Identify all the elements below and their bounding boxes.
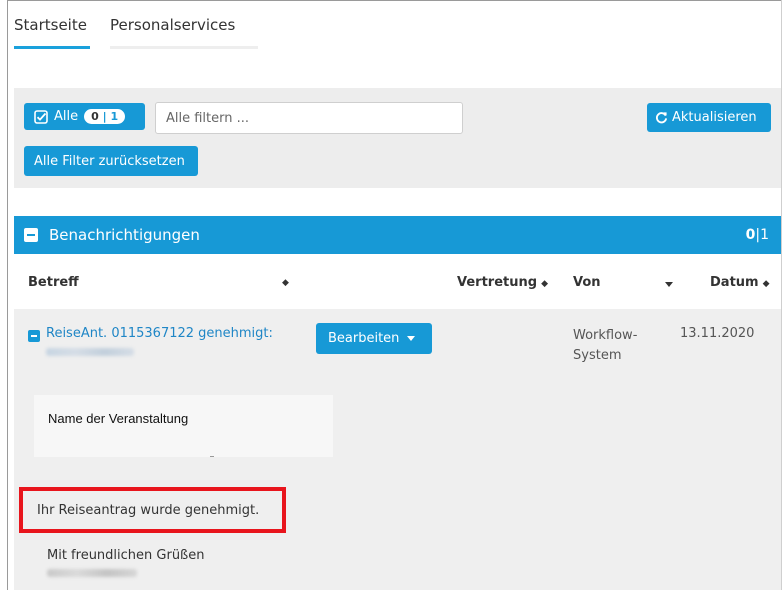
sort-icon[interactable]: ◆: [282, 278, 289, 288]
frame-border-top: [7, 0, 782, 1]
table-row: ReiseAnt. 0115367122 genehmigt: Bearbeit…: [14, 309, 781, 590]
app-frame: Startseite Personalservices Alle 0 | 1 A…: [0, 0, 782, 590]
column-header-from[interactable]: Von: [573, 275, 601, 290]
divider: [210, 456, 214, 457]
chevron-down-icon: [407, 336, 416, 341]
refresh-button[interactable]: Aktualisieren: [647, 103, 771, 132]
row-subject-link[interactable]: ReiseAnt. 0115367122 genehmigt:: [46, 326, 273, 341]
reset-filters-button[interactable]: Alle Filter zurücksetzen: [24, 146, 198, 176]
refresh-label: Aktualisieren: [672, 110, 757, 125]
notifications-title: Benachrichtigungen: [49, 226, 200, 244]
row-date: 13.11.2020: [680, 326, 755, 341]
column-header-subject[interactable]: Betreff: [28, 275, 79, 290]
notifications-count: 0|1: [745, 227, 769, 243]
sort-icon: ◆: [541, 279, 548, 289]
approved-message: Ihr Reiseantrag wurde genehmigt.: [37, 503, 260, 518]
tab-personalservices[interactable]: Personalservices: [110, 16, 235, 34]
select-all-label: Alle: [54, 109, 79, 124]
checkbox-checked-icon: [34, 109, 48, 124]
sort-descending-icon[interactable]: [665, 282, 673, 287]
column-header-deputy[interactable]: Vertretung ◆: [457, 275, 548, 290]
edit-dropdown-button[interactable]: Bearbeiten: [316, 323, 432, 354]
collapse-icon[interactable]: [24, 228, 38, 242]
selection-count-badge: 0 | 1: [84, 109, 126, 124]
select-all-button[interactable]: Alle 0 | 1: [24, 103, 145, 130]
filter-search-input[interactable]: [155, 102, 463, 134]
row-collapse-icon[interactable]: [28, 330, 40, 342]
notifications-panel-header[interactable]: Benachrichtigungen 0|1: [14, 216, 781, 254]
edit-label: Bearbeiten: [328, 331, 400, 346]
highlight-box: Ihr Reiseantrag wurde genehmigt.: [19, 487, 286, 533]
sort-icon: ◆: [762, 279, 770, 289]
tab-startseite[interactable]: Startseite: [14, 16, 87, 34]
closing-regards: Mit freundlichen Grüßen: [47, 548, 205, 563]
event-name-box: Name der Veranstaltung: [34, 395, 333, 457]
tab-startseite-active-indicator: [14, 46, 90, 49]
row-from: Workflow- System: [573, 328, 638, 363]
event-title: Name der Veranstaltung: [48, 411, 189, 426]
filter-panel: Alle 0 | 1 Aktualisieren Alle Filter zur…: [14, 88, 781, 188]
redacted-name: [46, 348, 134, 356]
frame-border-left: [7, 0, 8, 590]
redacted-signature: [47, 569, 137, 577]
refresh-icon: [655, 112, 668, 124]
table-header: Betreff ◆ Vertretung ◆ Von Datum ◆: [14, 254, 781, 309]
tab-personalservices-indicator: [110, 46, 258, 49]
column-header-date[interactable]: Datum ◆: [710, 275, 770, 290]
